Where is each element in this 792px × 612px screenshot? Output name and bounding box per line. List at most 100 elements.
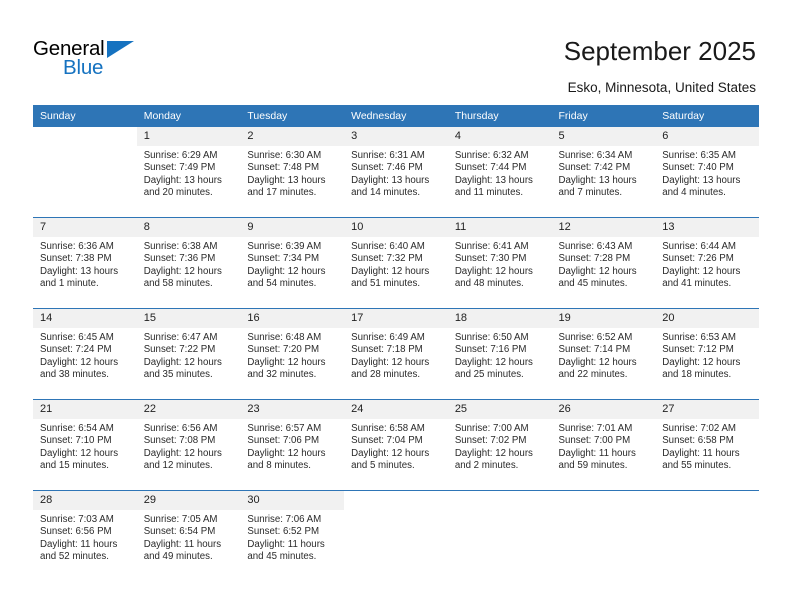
daylight-text: Daylight: 12 hours and 41 minutes.	[662, 265, 741, 289]
sunrise-text: Sunrise: 6:32 AM	[454, 150, 529, 161]
daylight-text: Daylight: 12 hours and 12 minutes.	[143, 447, 222, 471]
sunrise-text: Sunrise: 6:57 AM	[247, 423, 322, 434]
day-number: 23	[240, 400, 345, 419]
calendar-day-cell[interactable]: 29 Sunrise: 7:05 AM Sunset: 6:54 PM Dayligh…	[136, 490, 241, 581]
daylight-text: Daylight: 11 hours and 52 minutes.	[40, 538, 118, 562]
day-number	[33, 127, 137, 146]
day-info: Sunrise: 6:35 AM Sunset: 7:40 PM Daylight:…	[655, 146, 759, 199]
sunset-text: Sunset: 7:22 PM	[143, 344, 216, 356]
sunset-text: Sunset: 6:52 PM	[247, 526, 320, 538]
day-number	[551, 491, 656, 510]
calendar-day-cell[interactable]: 3 Sunrise: 6:31 AM Sunset: 7:46 PM Daylight…	[344, 127, 448, 218]
calendar-day-cell[interactable]: 18 Sunrise: 6:50 AM Sunset: 7:16 PM Dayligh…	[447, 308, 552, 400]
sunset-text: Sunset: 7:06 PM	[247, 435, 320, 447]
logo-triangle-icon	[107, 41, 134, 58]
calendar-day-cell[interactable]: 21 Sunrise: 6:54 AM Sunset: 7:10 PM Dayligh…	[33, 399, 137, 491]
calendar-day-cell[interactable]: 24 Sunrise: 6:58 AM Sunset: 7:04 PM Dayligh…	[344, 399, 448, 491]
sunset-text: Sunset: 7:40 PM	[662, 162, 734, 174]
calendar-day-cell[interactable]: 25 Sunrise: 7:00 AM Sunset: 7:02 PM Dayligh…	[447, 399, 552, 491]
calendar-day-cell[interactable]: 2 Sunrise: 6:30 AM Sunset: 7:48 PM Daylight…	[240, 127, 345, 218]
calendar-day-cell[interactable]: 20 Sunrise: 6:53 AM Sunset: 7:12 PM Dayligh…	[655, 308, 759, 400]
day-info: Sunrise: 6:32 AM Sunset: 7:44 PM Daylight:…	[448, 146, 552, 199]
calendar-day-cell[interactable]: 15 Sunrise: 6:47 AM Sunset: 7:22 PM Dayligh…	[136, 308, 241, 400]
calendar-day-cell-empty	[447, 490, 552, 581]
calendar-day-cell[interactable]: 22 Sunrise: 6:56 AM Sunset: 7:08 PM Dayligh…	[136, 399, 241, 491]
day-number: 19	[551, 309, 656, 328]
sunrise-text: Sunrise: 7:06 AM	[247, 514, 322, 525]
calendar-day-cell[interactable]: 28 Sunrise: 7:03 AM Sunset: 6:56 PM Dayligh…	[33, 490, 137, 581]
daylight-text: Daylight: 12 hours and 54 minutes.	[247, 265, 326, 289]
day-info: Sunrise: 6:36 AM Sunset: 7:38 PM Daylight:…	[33, 237, 137, 290]
calendar-day-cell[interactable]: 5 Sunrise: 6:34 AM Sunset: 7:42 PM Daylight…	[551, 127, 656, 218]
sunrise-text: Sunrise: 6:43 AM	[558, 241, 633, 252]
day-number	[655, 491, 759, 510]
calendar-page: General Blue September 2025 Esko, Minnes…	[0, 0, 792, 612]
day-info: Sunrise: 6:29 AM Sunset: 7:49 PM Daylight:…	[137, 146, 241, 199]
sunrise-text: Sunrise: 6:31 AM	[351, 150, 425, 161]
calendar-day-cell[interactable]: 27 Sunrise: 7:02 AM Sunset: 6:58 PM Dayligh…	[655, 399, 759, 491]
page-header: General Blue September 2025 Esko, Minnes…	[0, 0, 792, 104]
daylight-text: Daylight: 12 hours and 51 minutes.	[351, 265, 430, 289]
sunset-text: Sunset: 7:32 PM	[351, 253, 423, 265]
day-number: 18	[447, 309, 552, 328]
day-number: 6	[655, 127, 759, 146]
day-number: 21	[33, 400, 137, 419]
sunset-text: Sunset: 7:04 PM	[351, 435, 423, 447]
calendar-week-row: 14 Sunrise: 6:45 AM Sunset: 7:24 PM Dayligh…	[33, 308, 759, 400]
day-number: 5	[551, 127, 656, 146]
day-info: Sunrise: 6:30 AM Sunset: 7:48 PM Daylight:…	[240, 146, 344, 199]
calendar-day-cell[interactable]: 14 Sunrise: 6:45 AM Sunset: 7:24 PM Dayligh…	[33, 308, 137, 400]
calendar-day-cell[interactable]: 10 Sunrise: 6:40 AM Sunset: 7:32 PM Dayligh…	[344, 217, 448, 309]
calendar-day-cell[interactable]: 30 Sunrise: 7:06 AM Sunset: 6:52 PM Dayligh…	[240, 490, 345, 581]
day-number: 16	[240, 309, 345, 328]
sunrise-text: Sunrise: 7:02 AM	[662, 423, 736, 434]
sunrise-text: Sunrise: 6:35 AM	[662, 150, 736, 161]
sunset-text: Sunset: 7:38 PM	[40, 253, 112, 265]
sunrise-text: Sunrise: 6:54 AM	[40, 423, 114, 434]
calendar-day-cell[interactable]: 12 Sunrise: 6:43 AM Sunset: 7:28 PM Dayligh…	[551, 217, 656, 309]
daylight-text: Daylight: 13 hours and 20 minutes.	[143, 174, 222, 198]
calendar-day-cell[interactable]: 8 Sunrise: 6:38 AM Sunset: 7:36 PM Daylight…	[136, 217, 241, 309]
calendar-day-cell[interactable]: 6 Sunrise: 6:35 AM Sunset: 7:40 PM Daylight…	[655, 127, 759, 218]
day-info: Sunrise: 6:50 AM Sunset: 7:16 PM Daylight:…	[448, 328, 552, 381]
day-number	[447, 491, 552, 510]
calendar-day-cell[interactable]: 19 Sunrise: 6:52 AM Sunset: 7:14 PM Dayligh…	[551, 308, 656, 400]
day-info: Sunrise: 6:57 AM Sunset: 7:06 PM Daylight:…	[240, 419, 344, 472]
day-number: 20	[655, 309, 759, 328]
day-info: Sunrise: 6:34 AM Sunset: 7:42 PM Daylight:…	[552, 146, 656, 199]
calendar-day-cell[interactable]: 9 Sunrise: 6:39 AM Sunset: 7:34 PM Daylight…	[240, 217, 345, 309]
day-number: 29	[136, 491, 241, 510]
weekday-header-wednesday: Wednesday	[344, 105, 448, 127]
day-info: Sunrise: 6:53 AM Sunset: 7:12 PM Daylight:…	[655, 328, 759, 381]
calendar-day-cell[interactable]: 7 Sunrise: 6:36 AM Sunset: 7:38 PM Daylight…	[33, 217, 137, 309]
sunset-text: Sunset: 7:46 PM	[351, 162, 423, 174]
sunrise-text: Sunrise: 6:50 AM	[454, 332, 529, 343]
calendar-day-cell[interactable]: 1 Sunrise: 6:29 AM Sunset: 7:49 PM Daylight…	[136, 127, 241, 218]
sunset-text: Sunset: 7:49 PM	[143, 162, 216, 174]
calendar-day-cell-empty	[33, 127, 137, 218]
sunrise-text: Sunrise: 6:40 AM	[351, 241, 425, 252]
daylight-text: Daylight: 13 hours and 7 minutes.	[558, 174, 637, 198]
daylight-text: Daylight: 11 hours and 59 minutes.	[558, 447, 636, 471]
calendar-day-cell[interactable]: 11 Sunrise: 6:41 AM Sunset: 7:30 PM Dayligh…	[447, 217, 552, 309]
day-number: 15	[136, 309, 241, 328]
day-number: 27	[655, 400, 759, 419]
calendar-day-cell[interactable]: 17 Sunrise: 6:49 AM Sunset: 7:18 PM Dayligh…	[344, 308, 448, 400]
calendar-day-cell[interactable]: 4 Sunrise: 6:32 AM Sunset: 7:44 PM Daylight…	[447, 127, 552, 218]
calendar-day-cell[interactable]: 23 Sunrise: 6:57 AM Sunset: 7:06 PM Dayligh…	[240, 399, 345, 491]
calendar-day-cell[interactable]: 26 Sunrise: 7:01 AM Sunset: 7:00 PM Dayligh…	[551, 399, 656, 491]
calendar-day-cell[interactable]: 13 Sunrise: 6:44 AM Sunset: 7:26 PM Dayligh…	[655, 217, 759, 309]
calendar-day-cell[interactable]: 16 Sunrise: 6:48 AM Sunset: 7:20 PM Dayligh…	[240, 308, 345, 400]
sunset-text: Sunset: 7:14 PM	[558, 344, 631, 356]
daylight-text: Daylight: 12 hours and 45 minutes.	[558, 265, 637, 289]
day-info: Sunrise: 6:39 AM Sunset: 7:34 PM Daylight:…	[240, 237, 344, 290]
day-info: Sunrise: 6:58 AM Sunset: 7:04 PM Daylight:…	[344, 419, 448, 472]
day-number: 13	[655, 218, 759, 237]
sunset-text: Sunset: 7:16 PM	[454, 344, 527, 356]
calendar-week-row: 21 Sunrise: 6:54 AM Sunset: 7:10 PM Dayligh…	[33, 399, 759, 491]
sunrise-text: Sunrise: 6:47 AM	[143, 332, 218, 343]
weekday-header-tuesday: Tuesday	[240, 105, 345, 127]
calendar-table: Sunday Monday Tuesday Wednesday Thursday Frid…	[33, 105, 759, 581]
daylight-text: Daylight: 11 hours and 49 minutes.	[143, 538, 222, 562]
weekday-header-monday: Monday	[136, 105, 241, 127]
